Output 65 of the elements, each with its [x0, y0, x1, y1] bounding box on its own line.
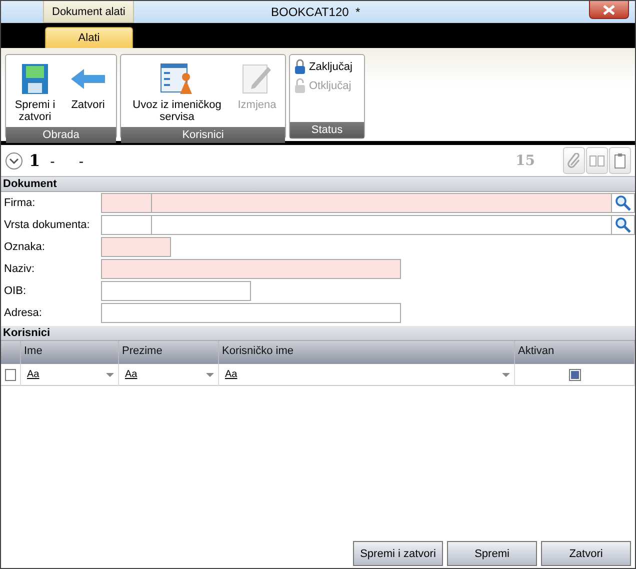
caret-icon	[502, 372, 510, 376]
input-field[interactable]	[151, 193, 611, 213]
column-header[interactable]: Prezime	[119, 341, 219, 364]
dash-text: -	[50, 152, 55, 168]
clipboard-button[interactable]	[609, 147, 631, 174]
input-field[interactable]	[101, 303, 401, 323]
input-field[interactable]	[101, 237, 171, 257]
book-button[interactable]	[586, 147, 608, 174]
pencil-note-icon	[242, 63, 272, 95]
checkbox[interactable]	[568, 368, 580, 380]
section-header: Korisnici	[1, 326, 635, 341]
search-button[interactable]	[611, 193, 635, 213]
group-title: Obrada	[6, 127, 116, 143]
record-number: 1	[29, 151, 40, 170]
close-button[interactable]	[589, 1, 629, 19]
code-field[interactable]	[101, 193, 151, 213]
filter-cell[interactable]: Aa	[219, 364, 515, 386]
input-field[interactable]	[101, 281, 251, 301]
paperclip-icon	[567, 152, 581, 168]
user-list-icon	[160, 63, 194, 95]
search-icon	[615, 217, 631, 233]
search-button[interactable]	[611, 215, 635, 235]
checkbox[interactable]	[5, 368, 16, 380]
footer-button[interactable]: Zatvori	[541, 541, 631, 566]
footer-button[interactable]: Spremi i zatvori	[353, 541, 443, 566]
book-icon	[589, 154, 605, 166]
filter-cell[interactable]: Aa	[119, 364, 219, 386]
clipboard-icon	[614, 152, 626, 168]
field-label: Oznaka:	[3, 241, 46, 253]
caret-icon	[206, 372, 214, 376]
filter-cell[interactable]	[515, 364, 635, 386]
field-label: OIB:	[3, 285, 28, 297]
footer-button[interactable]: Spremi	[447, 541, 537, 566]
column-header[interactable]: Aktivan	[515, 341, 635, 364]
expand-icon[interactable]	[5, 152, 23, 170]
section-header: Dokument	[1, 177, 635, 192]
search-icon	[615, 195, 631, 211]
group-title: Korisnici	[121, 127, 285, 143]
field-label: Adresa:	[3, 307, 43, 319]
record-count: 15	[516, 152, 535, 168]
context-tab-label: Dokument alati	[43, 1, 134, 23]
ribbon-button[interactable]: Uvoz iz imeničkog servisa	[125, 57, 229, 125]
field-label: Naziv:	[3, 263, 36, 275]
open-padlock-icon	[294, 78, 306, 93]
caret-icon	[106, 372, 114, 376]
close-icon	[603, 4, 615, 14]
ribbon-button[interactable]: Zatvori	[64, 57, 112, 125]
ribbon-tab[interactable]: Alati	[45, 27, 133, 48]
field-label: Firma:	[3, 197, 36, 209]
ribbon-button[interactable]: Spremi i zatvori	[10, 57, 60, 125]
window-title: BOOKCAT120 *	[271, 5, 360, 19]
filter-cell[interactable]: Aa	[21, 364, 119, 386]
field-label: Vrsta dokumenta:	[3, 219, 91, 231]
column-header[interactable]: Ime	[21, 341, 119, 364]
ribbon-button[interactable]: Zaključaj	[294, 59, 360, 74]
column-header[interactable]: Korisničko ime	[219, 341, 515, 364]
left-arrow-icon	[71, 69, 105, 89]
code-field[interactable]	[101, 215, 151, 235]
attach-button[interactable]	[563, 147, 585, 174]
input-field[interactable]	[151, 215, 611, 235]
group-title: Status	[290, 122, 364, 138]
padlock-icon	[294, 59, 306, 74]
row-selector-header	[1, 341, 21, 364]
input-field[interactable]	[101, 259, 401, 279]
dash-text: -	[78, 152, 84, 168]
